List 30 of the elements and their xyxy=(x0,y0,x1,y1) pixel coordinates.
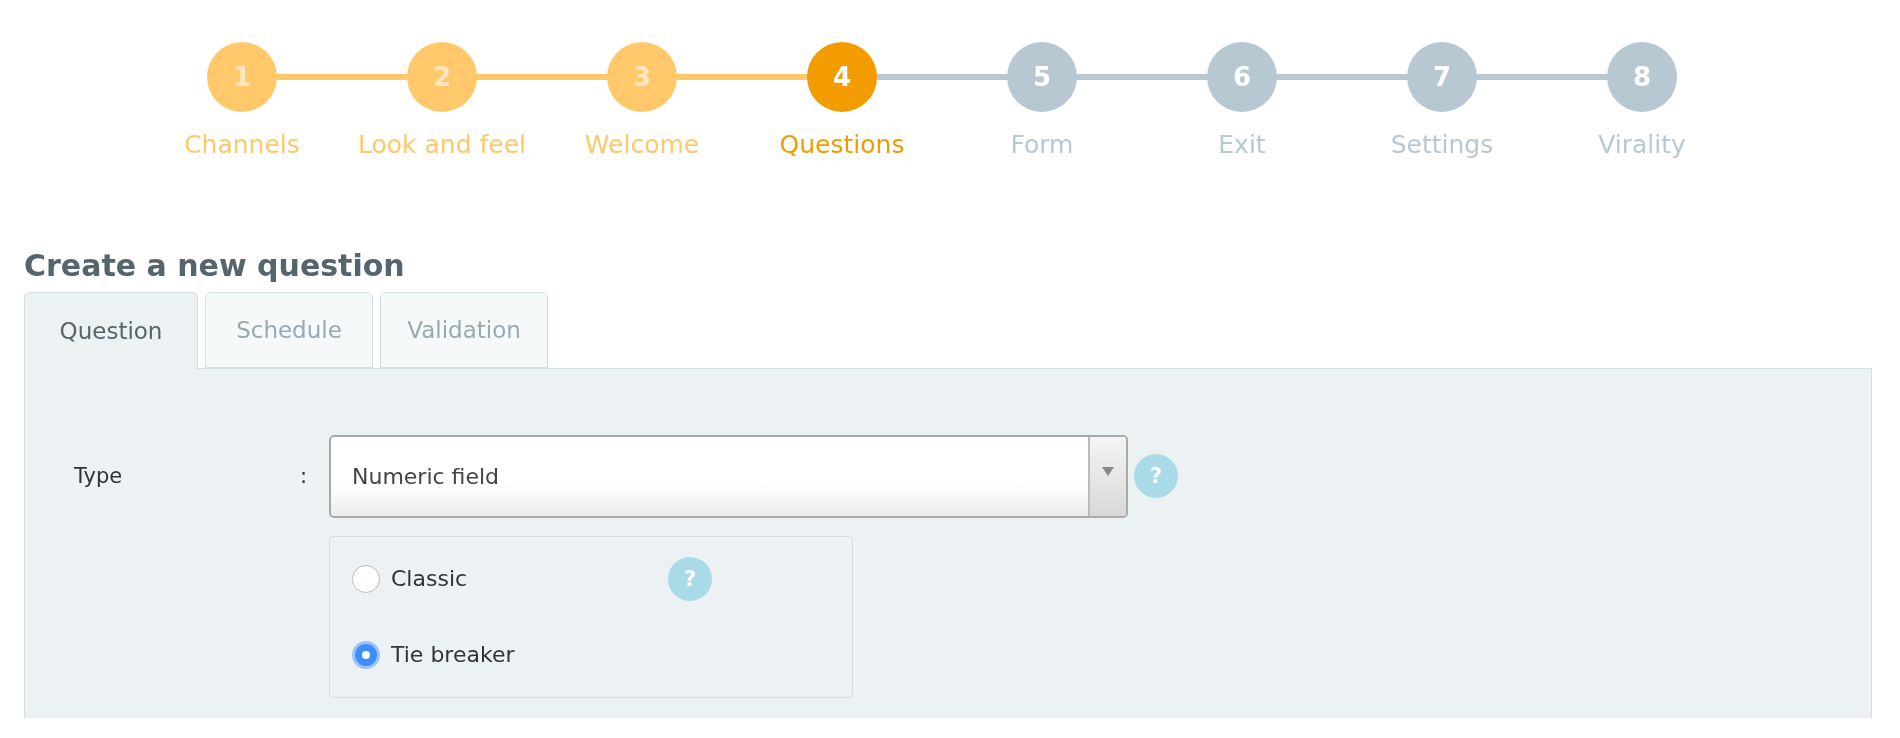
field-label: Type xyxy=(74,464,124,488)
step-label[interactable]: Settings xyxy=(1390,130,1494,159)
step-number[interactable]: 5 xyxy=(1007,42,1077,112)
step-label[interactable]: Form xyxy=(1010,130,1074,159)
step-number[interactable]: 1 xyxy=(207,42,277,112)
caret-icon xyxy=(1102,466,1114,476)
step-label[interactable]: Welcome xyxy=(584,130,700,159)
radio-button[interactable] xyxy=(352,640,380,669)
step-label[interactable]: Questions xyxy=(779,130,905,159)
tab[interactable]: Question xyxy=(24,292,198,369)
step-number[interactable]: 4 xyxy=(807,42,877,112)
tab[interactable]: Validation xyxy=(380,292,548,368)
step-label[interactable]: Exit xyxy=(1218,130,1266,159)
step-number[interactable]: 8 xyxy=(1607,42,1677,112)
step-label[interactable]: Channels xyxy=(184,130,300,159)
tab[interactable]: Schedule xyxy=(205,292,373,368)
type-select[interactable]: Numeric field xyxy=(329,434,1128,518)
option-label[interactable]: Classic xyxy=(391,566,668,591)
step-number[interactable]: 6 xyxy=(1207,42,1277,112)
step-label[interactable]: Look and feel xyxy=(358,130,526,159)
help-icon[interactable]: ? xyxy=(668,556,712,601)
step-number[interactable]: 3 xyxy=(607,42,677,112)
page-heading: Create a new question xyxy=(24,251,406,283)
help-icon[interactable]: ? xyxy=(1134,454,1178,498)
option-label[interactable]: Tie breaker xyxy=(391,642,668,667)
step-label[interactable]: Virality xyxy=(1598,130,1686,159)
step-number[interactable]: 2 xyxy=(407,42,477,112)
label-separator: : xyxy=(300,464,309,488)
step-number[interactable]: 7 xyxy=(1407,42,1477,112)
radio-button[interactable] xyxy=(352,564,380,593)
